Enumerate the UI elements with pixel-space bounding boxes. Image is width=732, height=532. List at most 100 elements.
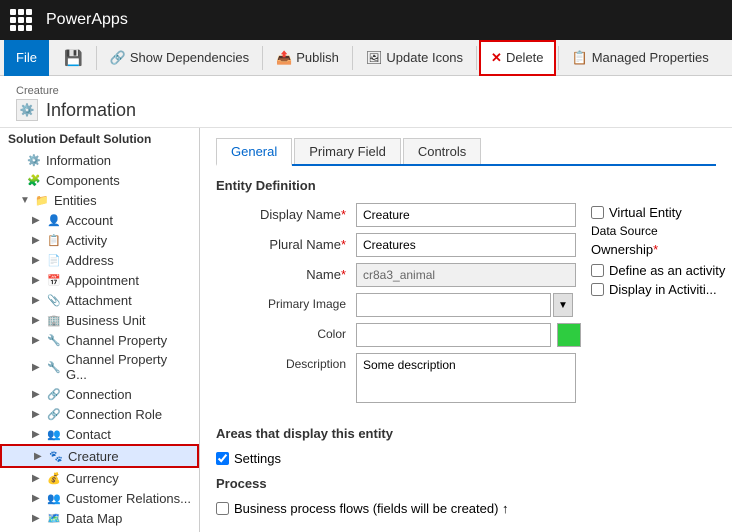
sidebar-item-customerrelations[interactable]: ▶ 👥 Customer Relations... (0, 488, 199, 508)
settings-checkbox[interactable] (216, 452, 229, 465)
required-star-ownership: * (653, 242, 658, 257)
creature-icon: 🐾 (48, 448, 64, 464)
sidebar-item-currency-label: Currency (66, 471, 119, 486)
delete-icon: ✕ (491, 50, 502, 66)
account-icon: 👤 (46, 212, 62, 228)
define-activity-row: Define as an activity (591, 263, 732, 278)
sidebar-item-information[interactable]: ⚙️ Information (0, 150, 199, 170)
tab-general[interactable]: General (216, 138, 292, 166)
display-activity-checkbox[interactable] (591, 283, 604, 296)
entities-icon: 📁 (34, 192, 50, 208)
app-title: PowerApps (46, 11, 128, 29)
save-button[interactable]: 💾 (53, 40, 94, 76)
plural-name-control (356, 233, 581, 257)
sidebar-item-channelproperty-label: Channel Property (66, 333, 167, 348)
color-input[interactable] (356, 323, 551, 347)
sidebar-item-information-label: Information (46, 153, 111, 168)
sidebar-item-activity[interactable]: ▶ 📋 Activity (0, 230, 199, 250)
sidebar-item-entities[interactable]: ▼ 📁 Entities (0, 190, 199, 210)
define-activity-checkbox[interactable] (591, 264, 604, 277)
publish-icon: 📤 (276, 50, 292, 66)
sidebar-item-channelpropertyg[interactable]: ▶ 🔧 Channel Property G... (0, 350, 199, 384)
description-textarea[interactable]: Some description (356, 353, 576, 403)
expand-arrow: ▶ (32, 513, 42, 524)
required-star: * (341, 267, 346, 282)
sidebar-item-datamap-label: Data Map (66, 511, 122, 526)
sidebar-item-connection-label: Connection (66, 387, 132, 402)
areas-section-title: Areas that display this entity (216, 426, 716, 441)
address-icon: 📄 (46, 252, 62, 268)
update-icons-button[interactable]: 🖼 Update Icons (355, 40, 474, 76)
delete-button[interactable]: ✕ Delete (479, 40, 555, 76)
sidebar-item-activity-label: Activity (66, 233, 107, 248)
sidebar-item-components[interactable]: 🧩 Components (0, 170, 199, 190)
sidebar-scroll: Solution Default Solution ⚙️ Information… (0, 128, 199, 532)
managed-properties-button[interactable]: 📋 Managed Properties (561, 40, 720, 76)
customerrelations-icon: 👥 (46, 490, 62, 506)
expand-arrow: ▶ (32, 215, 42, 226)
breadcrumb-text: Creature (16, 85, 59, 97)
sidebar-item-documentlocation[interactable]: ▶ 📄 Document Location (0, 528, 199, 532)
sidebar-item-attachment[interactable]: ▶ 📎 Attachment (0, 290, 199, 310)
expand-arrow: ▶ (32, 255, 42, 266)
areas-section: Areas that display this entity Settings (216, 426, 716, 466)
tab-primaryfield[interactable]: Primary Field (294, 138, 401, 164)
show-dependencies-button[interactable]: 🔗 Show Dependencies (99, 40, 260, 76)
expand-arrow: ▶ (32, 429, 42, 440)
expand-arrow: ▶ (32, 335, 42, 346)
ribbon-sep-1 (96, 46, 97, 70)
display-name-input[interactable] (356, 203, 576, 227)
appointment-icon: 📅 (46, 272, 62, 288)
required-star: * (341, 237, 346, 252)
attachment-icon: 📎 (46, 292, 62, 308)
expand-arrow: ▶ (32, 409, 42, 420)
sidebar-item-contact[interactable]: ▶ 👥 Contact (0, 424, 199, 444)
sidebar-item-address[interactable]: ▶ 📄 Address (0, 250, 199, 270)
display-activity-label: Display in Activiti... (609, 282, 717, 297)
plural-name-input[interactable] (356, 233, 576, 257)
business-process-label: Business process flows (fields will be c… (234, 501, 509, 516)
sidebar-item-businessunit[interactable]: ▶ 🏢 Business Unit (0, 310, 199, 330)
sidebar-item-creature[interactable]: ▶ 🐾 Creature (0, 444, 199, 468)
sidebar-item-channelproperty[interactable]: ▶ 🔧 Channel Property (0, 330, 199, 350)
sidebar-item-datamap[interactable]: ▶ 🗺️ Data Map (0, 508, 199, 528)
sidebar-item-account[interactable]: ▶ 👤 Account (0, 210, 199, 230)
waffle-icon[interactable] (10, 9, 32, 31)
page-title: Information (46, 100, 136, 121)
sidebar-item-connection[interactable]: ▶ 🔗 Connection (0, 384, 199, 404)
tab-controls[interactable]: Controls (403, 138, 481, 164)
tabs: General Primary Field Controls (216, 138, 716, 166)
info-icon: ⚙️ (26, 152, 42, 168)
primary-image-input[interactable] (356, 293, 551, 317)
name-row: Name* (216, 263, 581, 287)
virtual-entity-checkbox[interactable] (591, 206, 604, 219)
sidebar-item-connectionrole[interactable]: ▶ 🔗 Connection Role (0, 404, 199, 424)
primary-image-dropdown[interactable]: ▼ (553, 293, 573, 317)
sidebar-item-contact-label: Contact (66, 427, 111, 442)
sidebar-item-creature-label: Creature (68, 449, 119, 464)
primary-image-row: Primary Image ▼ (216, 293, 581, 317)
sidebar-item-currency[interactable]: ▶ 💰 Currency (0, 468, 199, 488)
color-swatch[interactable] (557, 323, 581, 347)
file-button[interactable]: File (4, 40, 49, 76)
show-deps-label: Show Dependencies (130, 50, 249, 65)
entity-left: Display Name* Plural Name* (216, 203, 581, 412)
description-label: Description (216, 353, 356, 371)
business-process-row: Business process flows (fields will be c… (216, 501, 716, 516)
display-activity-row: Display in Activiti... (591, 282, 732, 297)
expand-arrow: ▶ (32, 493, 42, 504)
ribbon-sep-4 (476, 46, 477, 70)
delete-label: Delete (506, 50, 544, 65)
color-label: Color (216, 323, 356, 341)
ribbon-sep-3 (352, 46, 353, 70)
sidebar-item-appointment[interactable]: ▶ 📅 Appointment (0, 270, 199, 290)
entity-definition-title: Entity Definition (216, 178, 716, 193)
sidebar-item-channelpropertyg-label: Channel Property G... (66, 352, 191, 382)
business-process-checkbox[interactable] (216, 502, 229, 515)
connection-icon: 🔗 (46, 386, 62, 402)
activity-icon: 📋 (46, 232, 62, 248)
channelproperty-icon: 🔧 (46, 332, 62, 348)
expand-arrow: ▶ (32, 235, 42, 246)
update-icons-icon: 🖼 (366, 50, 383, 66)
publish-button[interactable]: 📤 Publish (265, 40, 350, 76)
